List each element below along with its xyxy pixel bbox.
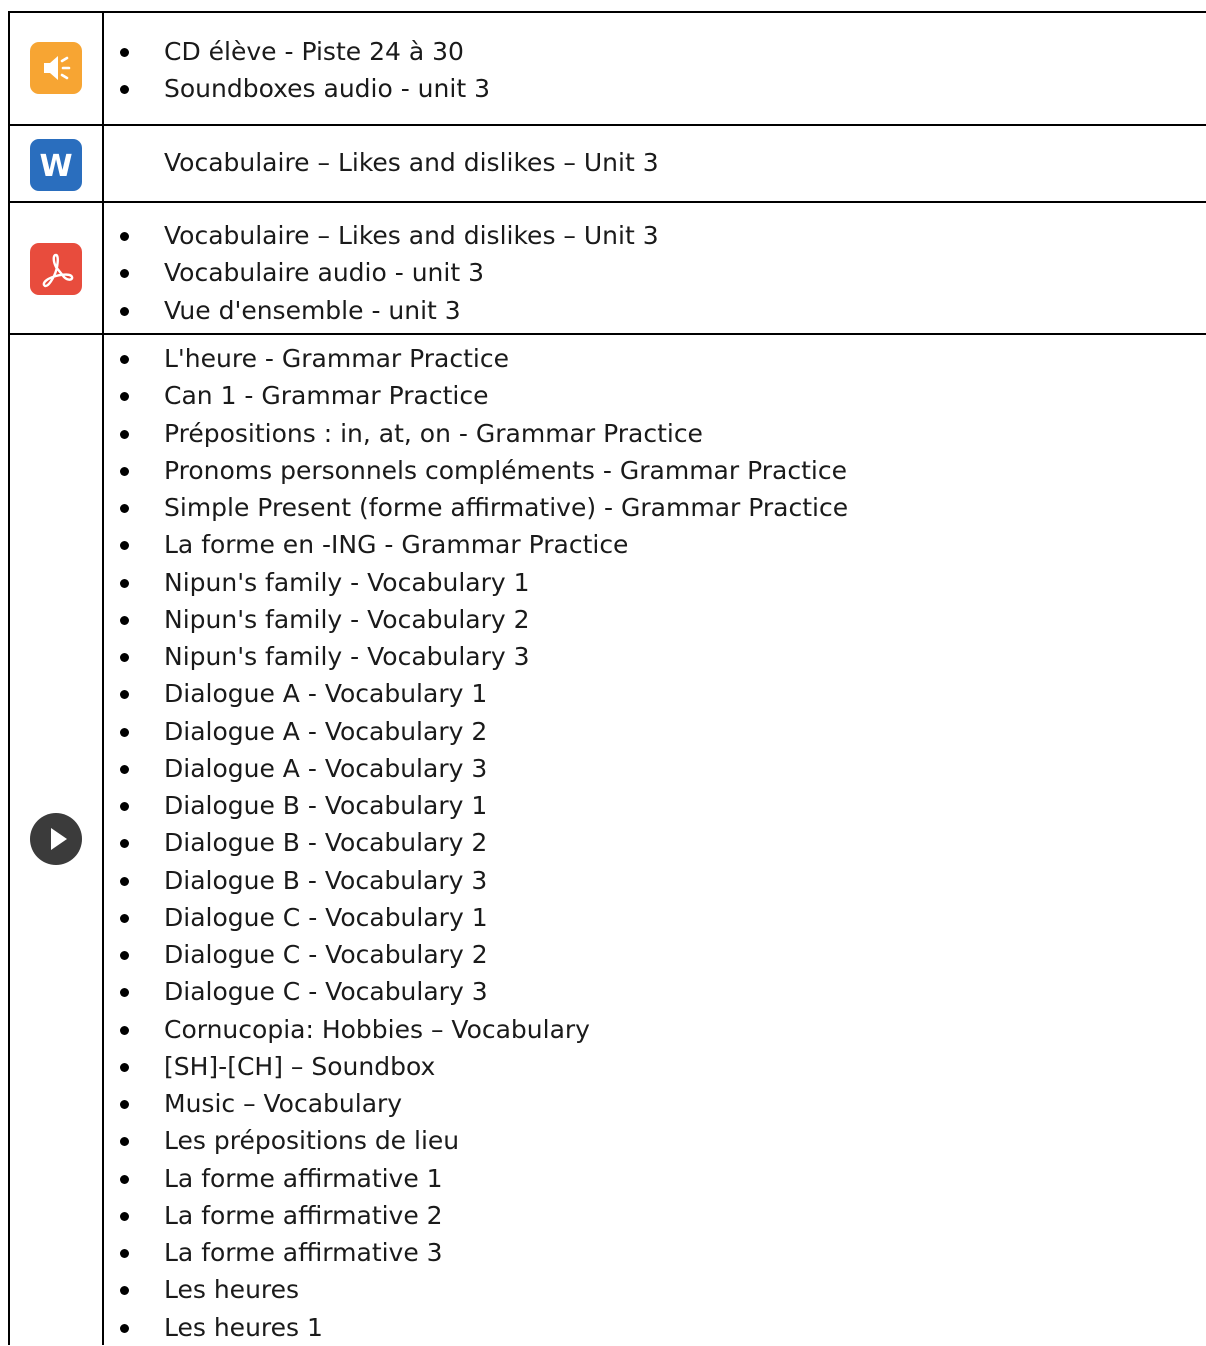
resources-table: CD élève - Piste 24 à 30 Soundboxes audi… xyxy=(8,11,1206,1345)
list-item[interactable]: Soundboxes audio - unit 3 xyxy=(112,70,490,107)
list-item[interactable]: Dialogue A - Vocabulary 2 xyxy=(112,713,848,750)
audio-list: CD élève - Piste 24 à 30 Soundboxes audi… xyxy=(112,33,490,108)
pdf-list: Vocabulaire – Likes and dislikes – Unit … xyxy=(112,217,659,329)
list-item[interactable]: Music – Vocabulary xyxy=(112,1085,848,1122)
list-item[interactable]: Prépositions : in, at, on - Grammar Prac… xyxy=(112,415,848,452)
list-item[interactable]: Dialogue B - Vocabulary 3 xyxy=(112,862,848,899)
list-item[interactable]: Nipun's family - Vocabulary 2 xyxy=(112,601,848,638)
list-item[interactable]: Vocabulaire audio - unit 3 xyxy=(112,254,659,291)
pdf-icon[interactable] xyxy=(30,243,82,295)
list-item[interactable]: Pronoms personnels compléments - Grammar… xyxy=(112,452,848,489)
exercise-list: L'heure - Grammar Practice Can 1 - Gramma… xyxy=(112,340,848,1346)
icon-cell xyxy=(8,13,104,124)
icon-cell: W xyxy=(8,126,104,201)
list-item[interactable]: CD élève - Piste 24 à 30 xyxy=(112,33,490,70)
list-item[interactable]: Dialogue C - Vocabulary 1 xyxy=(112,899,848,936)
list-item[interactable]: L'heure - Grammar Practice xyxy=(112,340,848,377)
list-item[interactable]: Dialogue B - Vocabulary 1 xyxy=(112,787,848,824)
list-item[interactable]: Vocabulaire – Likes and dislikes – Unit … xyxy=(164,144,659,181)
play-icon[interactable] xyxy=(30,813,82,865)
word-icon-letter: W xyxy=(39,149,72,184)
icon-cell xyxy=(8,335,104,1345)
table-row-word: W Vocabulaire – Likes and dislikes – Uni… xyxy=(8,126,1206,203)
speaker-icon[interactable] xyxy=(30,42,82,94)
list-item[interactable]: La forme affirmative 1 xyxy=(112,1160,848,1197)
list-item[interactable]: La forme en -ING - Grammar Practice xyxy=(112,526,848,563)
list-item[interactable]: La forme affirmative 2 xyxy=(112,1197,848,1234)
table-row-pdf: Vocabulaire – Likes and dislikes – Unit … xyxy=(8,203,1206,335)
list-item[interactable]: Cornucopia: Hobbies – Vocabulary xyxy=(112,1011,848,1048)
list-item[interactable]: Can 1 - Grammar Practice xyxy=(112,377,848,414)
list-item[interactable]: Nipun's family - Vocabulary 3 xyxy=(112,638,848,675)
list-item[interactable]: Les heures xyxy=(112,1271,848,1308)
icon-cell xyxy=(8,203,104,333)
list-item[interactable]: La forme affirmative 3 xyxy=(112,1234,848,1271)
table-row-audio: CD élève - Piste 24 à 30 Soundboxes audi… xyxy=(8,13,1206,126)
list-item[interactable]: Dialogue C - Vocabulary 2 xyxy=(112,936,848,973)
list-item[interactable]: Les prépositions de lieu xyxy=(112,1122,848,1159)
list-item[interactable]: Simple Present (forme affirmative) - Gra… xyxy=(112,489,848,526)
word-icon[interactable]: W xyxy=(30,139,82,191)
list-item[interactable]: Nipun's family - Vocabulary 1 xyxy=(112,564,848,601)
list-item[interactable]: Dialogue C - Vocabulary 3 xyxy=(112,973,848,1010)
list-item[interactable]: Dialogue B - Vocabulary 2 xyxy=(112,824,848,861)
list-item[interactable]: Dialogue A - Vocabulary 3 xyxy=(112,750,848,787)
table-row-exercises: L'heure - Grammar Practice Can 1 - Gramma… xyxy=(8,335,1206,1345)
list-item[interactable]: Les heures 1 xyxy=(112,1309,848,1346)
list-item[interactable]: [SH]-[CH] – Soundbox xyxy=(112,1048,848,1085)
list-item[interactable]: Vocabulaire – Likes and dislikes – Unit … xyxy=(112,217,659,254)
list-item[interactable]: Dialogue A - Vocabulary 1 xyxy=(112,675,848,712)
list-item[interactable]: Vue d'ensemble - unit 3 xyxy=(112,292,659,329)
